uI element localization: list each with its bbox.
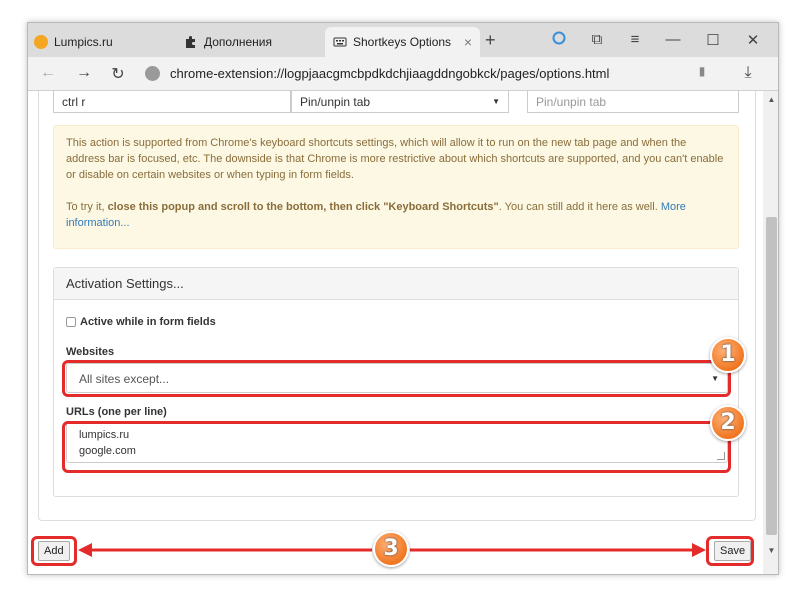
step-badge-3: 3 <box>373 531 409 567</box>
step-badge-1: 1 <box>710 337 746 373</box>
annotation-arrow <box>78 543 706 557</box>
step-badge-2: 2 <box>710 405 746 441</box>
